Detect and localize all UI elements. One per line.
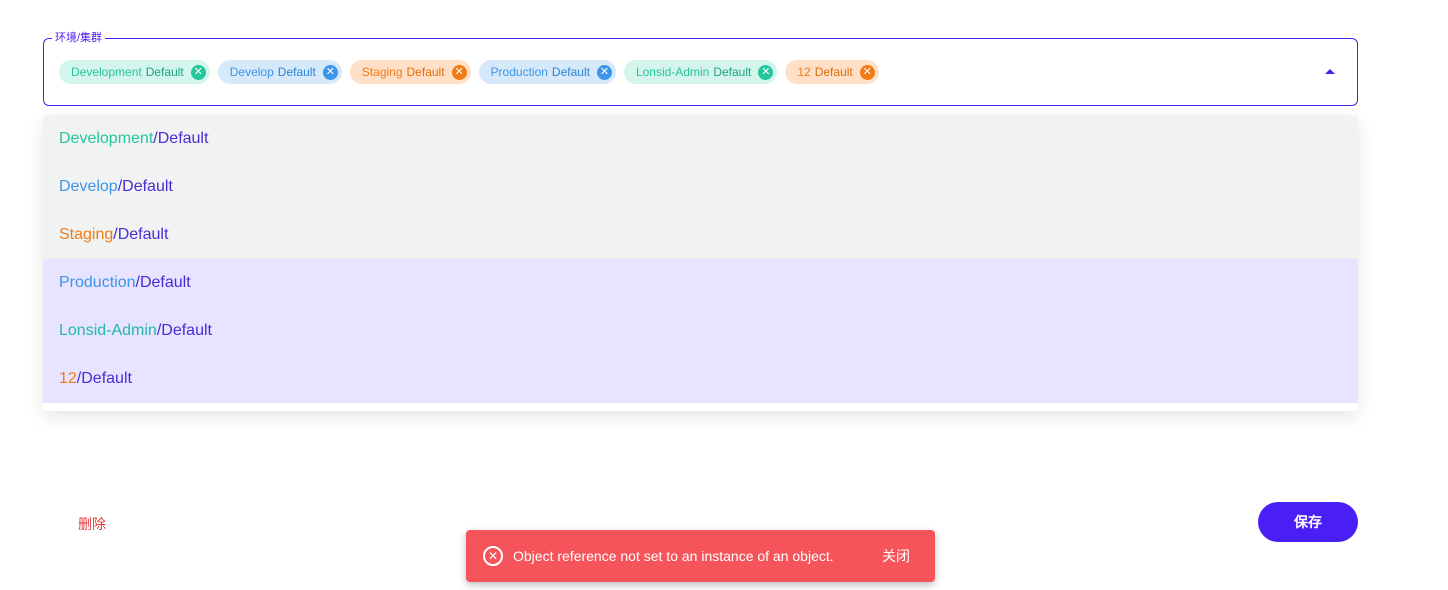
chip-staging[interactable]: Staging Default ✕: [349, 60, 471, 84]
remove-chip-icon[interactable]: ✕: [596, 64, 612, 80]
remove-chip-icon[interactable]: ✕: [322, 64, 338, 80]
menu-item-cluster: Default: [122, 178, 173, 195]
chip-cluster: Default: [814, 65, 853, 79]
error-toast: ✕ Object reference not set to an instanc…: [466, 530, 935, 582]
chip-env: 12: [797, 65, 811, 79]
menu-item-env: Lonsid-Admin: [59, 322, 157, 339]
chip-production[interactable]: Production Default ✕: [478, 60, 616, 84]
chip-env: Lonsid-Admin: [635, 65, 710, 79]
dropdown-menu: Development / Default Develop / Default Stag…: [43, 115, 1358, 411]
chip-env: Develop: [229, 65, 274, 79]
chip-cluster: Default: [406, 65, 445, 79]
remove-chip-icon[interactable]: ✕: [859, 64, 875, 80]
menu-item-development[interactable]: Development / Default: [43, 115, 1358, 163]
menu-item-lonsid-admin[interactable]: Lonsid-Admin / Default: [43, 307, 1358, 355]
chip-develop[interactable]: Develop Default ✕: [217, 60, 342, 84]
chip-cluster: Default: [713, 65, 752, 79]
toast-close-button[interactable]: 关闭: [882, 546, 910, 566]
save-button[interactable]: 保存: [1258, 502, 1358, 542]
menu-item-production[interactable]: Production / Default: [43, 259, 1358, 307]
chip-12[interactable]: 12 Default ✕: [785, 60, 879, 84]
chip-lonsid-admin[interactable]: Lonsid-Admin Default ✕: [623, 60, 778, 84]
env-cluster-select[interactable]: 环境/集群 Development Default ✕ Develop Defaul…: [43, 32, 1358, 106]
menu-item-cluster: Default: [81, 370, 132, 387]
menu-item-cluster: Default: [161, 322, 212, 339]
menu-item-develop[interactable]: Develop / Default: [43, 163, 1358, 211]
close-circle-icon: ✕: [483, 546, 503, 566]
menu-item-env: Production: [59, 274, 136, 291]
caret-up-icon[interactable]: [1325, 69, 1335, 74]
chip-cluster: Default: [145, 65, 184, 79]
selected-chips: Development Default ✕ Develop Default ✕ St…: [59, 60, 879, 84]
remove-chip-icon[interactable]: ✕: [758, 64, 774, 80]
chip-env: Staging: [361, 65, 403, 79]
menu-item-env: Staging: [59, 226, 114, 243]
menu-item-env: Develop: [59, 178, 118, 195]
chip-env: Development: [71, 65, 142, 79]
menu-item-cluster: Default: [157, 130, 209, 147]
chip-cluster: Default: [277, 65, 316, 79]
menu-item-env: Development: [59, 130, 154, 147]
delete-button[interactable]: 删除: [78, 514, 106, 534]
menu-item-cluster: Default: [117, 226, 169, 243]
remove-chip-icon[interactable]: ✕: [451, 64, 467, 80]
menu-item-staging[interactable]: Staging / Default: [43, 211, 1358, 259]
chip-development[interactable]: Development Default ✕: [59, 60, 210, 84]
remove-chip-icon[interactable]: ✕: [190, 64, 206, 80]
menu-item-12[interactable]: 12/Default: [43, 355, 1358, 403]
toast-message: Object reference not set to an instance …: [513, 548, 834, 564]
chip-cluster: Default: [551, 65, 590, 79]
menu-item-env: 12: [59, 370, 77, 387]
field-label: 环境/集群: [52, 32, 106, 45]
menu-item-cluster: Default: [139, 274, 191, 291]
chip-env: Production: [490, 65, 548, 79]
